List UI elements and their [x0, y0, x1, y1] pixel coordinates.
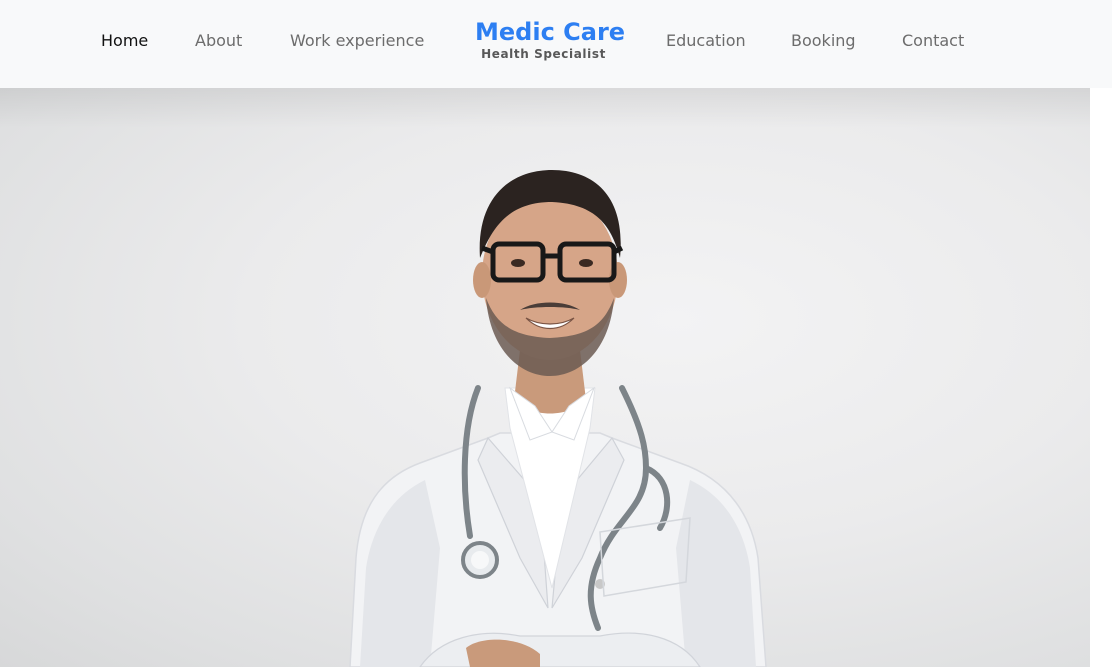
nav-link-education[interactable]: Education [666, 29, 746, 53]
nav-link-about[interactable]: About [195, 29, 242, 53]
brand-tagline: Health Specialist [481, 47, 606, 61]
brand-name: Medic Care [475, 18, 626, 46]
nav-link-contact[interactable]: Contact [902, 29, 964, 53]
doctor-portrait-image [349, 170, 767, 667]
nav-link-work-experience[interactable]: Work experience [290, 29, 424, 53]
crossed-arms [419, 632, 701, 667]
hero-top-shadow [0, 88, 1090, 128]
navbar: Home About Work experience Medic Care He… [0, 0, 1112, 88]
hero-section [0, 88, 1090, 667]
page: Home About Work experience Medic Care He… [0, 0, 1112, 667]
brand-logo[interactable]: Medic Care Health Specialist [475, 17, 626, 61]
nav-link-home[interactable]: Home [101, 29, 148, 53]
nav-link-booking[interactable]: Booking [791, 29, 856, 53]
right-gutter [1090, 88, 1112, 667]
